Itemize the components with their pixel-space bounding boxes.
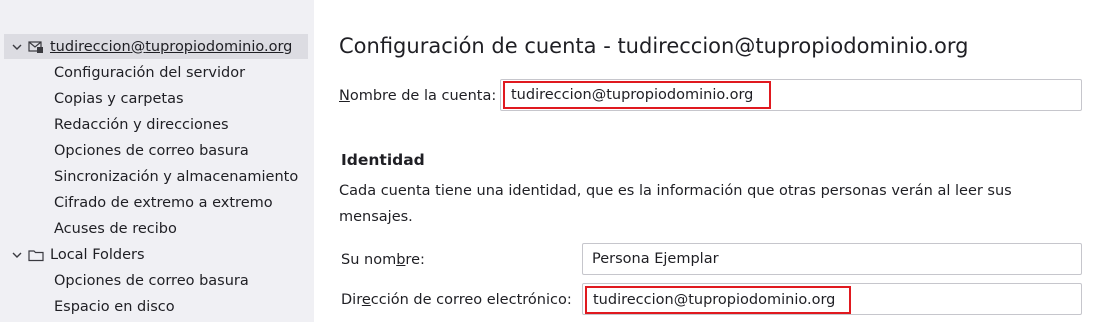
sidebar-item-server-settings[interactable]: Configuración del servidor: [54, 60, 245, 85]
sidebar-item-composition[interactable]: Redacción y direcciones: [54, 112, 229, 137]
email-address-value: tudireccion@tupropiodominio.org: [593, 292, 836, 308]
chevron-down-icon[interactable]: [9, 247, 25, 263]
sidebar-item-local-junk-settings[interactable]: Opciones de correo basura: [54, 268, 249, 293]
sidebar-account-label: tudireccion@tupropiodominio.org: [50, 38, 293, 55]
mail-account-icon: [28, 39, 44, 55]
sidebar-item-junk-settings[interactable]: Opciones de correo basura: [54, 138, 249, 163]
identity-description: Cada cuenta tiene una identidad, que es …: [339, 183, 1012, 225]
email-value-highlight: tudireccion@tupropiodominio.org: [585, 286, 851, 314]
sidebar-item-return-receipts[interactable]: Acuses de recibo: [54, 216, 177, 241]
your-name-label: Su nombre:: [341, 252, 425, 268]
email-address-input[interactable]: tudireccion@tupropiodominio.org: [582, 283, 1082, 315]
sidebar-item-e2e-encryption[interactable]: Cifrado de extremo a extremo: [54, 190, 273, 215]
sidebar-local-folders-label: Local Folders: [50, 246, 145, 263]
account-name-input[interactable]: tudireccion@tupropiodominio.org: [500, 79, 1082, 111]
identity-heading: Identidad: [341, 151, 425, 169]
sidebar-account-row[interactable]: tudireccion@tupropiodominio.org: [4, 34, 308, 59]
sidebar-local-folders-row[interactable]: Local Folders: [4, 242, 308, 267]
page-title: Configuración de cuenta - tudireccion@tu…: [339, 34, 969, 58]
sidebar-item-sync-storage[interactable]: Sincronización y almacenamiento: [54, 164, 298, 189]
account-name-value: tudireccion@tupropiodominio.org: [511, 87, 754, 103]
folder-icon: [28, 247, 44, 263]
your-name-value: Persona Ejemplar: [592, 251, 719, 267]
account-sidebar: tudireccion@tupropiodominio.org Configur…: [0, 0, 314, 322]
account-name-value-highlight: tudireccion@tupropiodominio.org: [503, 81, 771, 109]
account-name-label: Nombre de la cuenta:: [339, 88, 497, 104]
your-name-input[interactable]: Persona Ejemplar: [582, 243, 1082, 275]
chevron-down-icon[interactable]: [9, 39, 25, 55]
email-address-label: Dirección de correo electrónico:: [341, 292, 572, 308]
account-settings-panel: Configuración de cuenta - tudireccion@tu…: [314, 0, 1119, 322]
sidebar-item-disk-space[interactable]: Espacio en disco: [54, 294, 175, 319]
sidebar-item-copies-folders[interactable]: Copias y carpetas: [54, 86, 184, 111]
